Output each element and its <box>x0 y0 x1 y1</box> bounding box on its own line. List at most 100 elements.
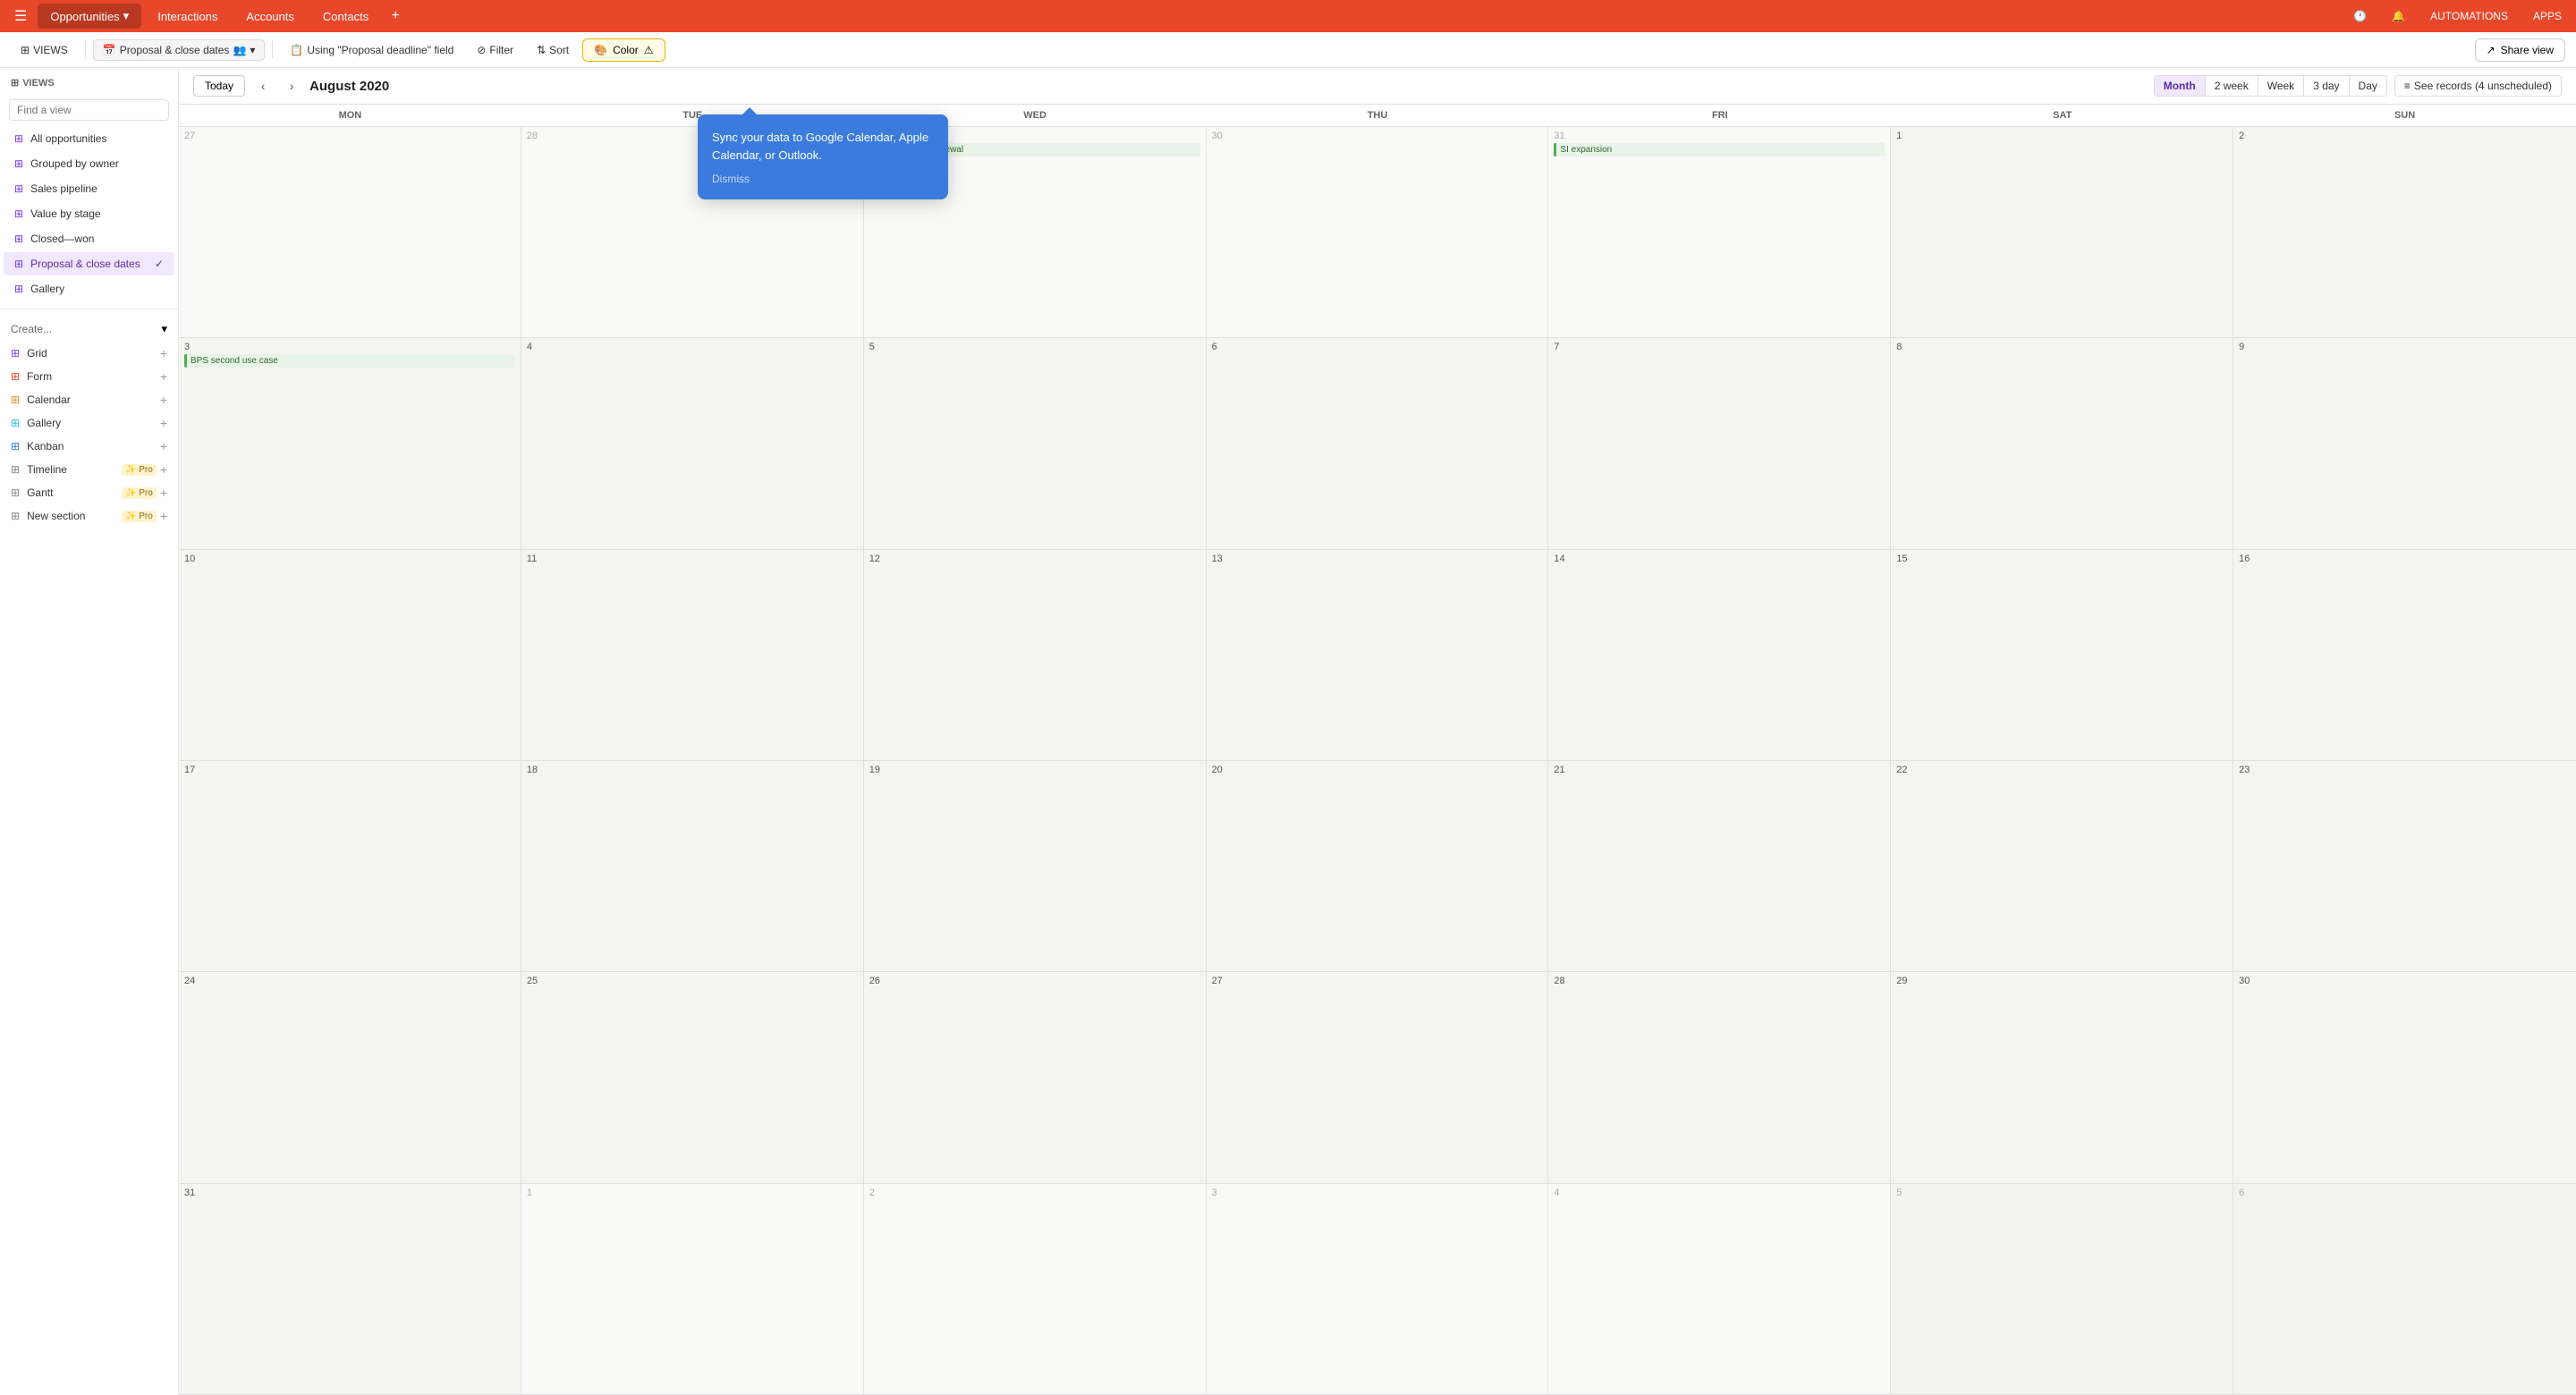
today-button[interactable]: Today <box>193 75 245 97</box>
history-icon[interactable]: 🕐 <box>2346 6 2374 26</box>
sidebar-item-value-by-stage[interactable]: ⊞ Value by stage <box>4 202 174 225</box>
day-view-button[interactable]: Day <box>2350 76 2386 96</box>
share-view-button[interactable]: ↗ Share view <box>2475 38 2565 62</box>
calendar-cell[interactable]: 6 <box>1207 338 1549 548</box>
search-input[interactable] <box>9 99 169 121</box>
calendar-cell[interactable]: 13 <box>1207 550 1549 760</box>
calendar-cell[interactable]: 10 <box>179 550 521 760</box>
prev-month-button[interactable]: ‹ <box>252 75 274 97</box>
create-section-header[interactable]: Create... ▾ <box>0 317 178 342</box>
create-item-kanban[interactable]: ⊞ Kanban + <box>0 435 178 458</box>
2week-view-button[interactable]: 2 week <box>2206 76 2258 96</box>
calendar-cell[interactable]: 5 <box>864 338 1207 548</box>
calendar-cell[interactable]: 14 <box>1548 550 1891 760</box>
create-item-timeline[interactable]: ⊞ Timeline ✨ Pro + <box>0 458 178 481</box>
calendar-event-bps[interactable]: BPS second use case <box>184 354 515 368</box>
create-item-gantt[interactable]: ⊞ Gantt ✨ Pro + <box>0 481 178 504</box>
create-item-new-section[interactable]: ⊞ New section ✨ Pro + <box>0 504 178 528</box>
nav-tab-interactions[interactable]: Interactions <box>145 4 230 29</box>
create-item-form[interactable]: ⊞ Form + <box>0 365 178 388</box>
calendar-cell[interactable]: 19 <box>864 761 1207 971</box>
view-name-button[interactable]: 📅 Proposal & close dates 👥 ▾ <box>93 39 266 61</box>
calendar-cell[interactable]: 24 <box>179 972 521 1182</box>
calendar-cell[interactable]: 1 <box>1891 127 2233 337</box>
create-new-section-label: New section <box>27 510 85 522</box>
sidebar-item-gallery[interactable]: ⊞ Gallery <box>4 277 174 300</box>
calendar-cell[interactable]: 16 <box>2233 550 2576 760</box>
sort-button[interactable]: ⇅ Sort <box>527 39 579 61</box>
create-item-grid[interactable]: ⊞ Grid + <box>0 342 178 365</box>
calendar-event-si-expansion[interactable]: SI expansion <box>1554 143 1885 156</box>
calendar-cell[interactable]: 15 <box>1891 550 2233 760</box>
calendar-cell[interactable]: 6 <box>2233 1184 2576 1394</box>
calendar-cell[interactable]: 28 <box>1548 972 1891 1182</box>
automations-button[interactable]: AUTOMATIONS <box>2423 6 2515 26</box>
calendar-cell[interactable]: 31 SI expansion <box>1548 127 1891 337</box>
calendar-cell[interactable]: 18 <box>521 761 864 971</box>
nav-tab-contacts[interactable]: Contacts <box>310 4 381 29</box>
sidebar-item-proposal-close-dates[interactable]: ⊞ Proposal & close dates ✓ <box>4 252 174 275</box>
filter-label: Filter <box>489 44 513 56</box>
apps-label: APPS <box>2533 10 2562 22</box>
color-button[interactable]: 🎨 Color ⚠ <box>582 38 665 62</box>
week-view-button[interactable]: Week <box>2258 76 2304 96</box>
create-label: Create... <box>11 323 52 335</box>
sidebar-item-closed-won[interactable]: ⊞ Closed—won <box>4 227 174 250</box>
cell-date: 15 <box>1896 554 2227 564</box>
calendar-cell[interactable]: 11 <box>521 550 864 760</box>
calendar-cell[interactable]: 2 <box>2233 127 2576 337</box>
records-button[interactable]: ≡ See records (4 unscheduled) <box>2394 75 2562 97</box>
nav-tab-opportunities[interactable]: Opportunities ▾ <box>38 4 141 29</box>
calendar-cell[interactable]: 3 <box>1207 1184 1549 1394</box>
calendar-cell[interactable]: 27 <box>179 127 521 337</box>
calendar-cell[interactable]: 31 <box>179 1184 521 1394</box>
dismiss-button[interactable]: Dismiss <box>712 173 934 185</box>
toolbar: ⊞ VIEWS 📅 Proposal & close dates 👥 ▾ 📋 U… <box>0 32 2576 68</box>
create-item-calendar[interactable]: ⊞ Calendar + <box>0 388 178 411</box>
calendar-cell[interactable]: 8 <box>1891 338 2233 548</box>
cell-date: 2 <box>869 1188 1200 1198</box>
calendar-cell[interactable]: 7 <box>1548 338 1891 548</box>
calendar-cell[interactable]: 4 <box>521 338 864 548</box>
calendar-cell[interactable]: 9 <box>2233 338 2576 548</box>
calendar-cell[interactable]: 30 <box>2233 972 2576 1182</box>
calendar-cell[interactable]: 21 <box>1548 761 1891 971</box>
calendar-cell[interactable]: 12 <box>864 550 1207 760</box>
create-timeline-icon: ⊞ <box>11 463 20 476</box>
sidebar-item-sales-pipeline[interactable]: ⊞ Sales pipeline <box>4 177 174 200</box>
create-gantt-plus-icon: + <box>160 486 167 500</box>
month-view-button[interactable]: Month <box>2155 76 2206 96</box>
apps-button[interactable]: APPS <box>2526 6 2569 26</box>
sidebar-item-all-opportunities[interactable]: ⊞ All opportunities <box>4 127 174 150</box>
calendar-cell[interactable]: 1 <box>521 1184 864 1394</box>
create-form-icon: ⊞ <box>11 370 20 383</box>
sidebar-item-grouped-by-owner[interactable]: ⊞ Grouped by owner <box>4 152 174 175</box>
field-button[interactable]: 📋 Using "Proposal deadline" field <box>280 39 463 61</box>
3day-view-button[interactable]: 3 day <box>2304 76 2349 96</box>
next-month-button[interactable]: › <box>281 75 302 97</box>
calendar-cell[interactable]: 27 <box>1207 972 1549 1182</box>
calendar-cell[interactable]: 2 <box>864 1184 1207 1394</box>
people-icon: 👥 <box>233 44 246 56</box>
calendar-cell[interactable]: 17 <box>179 761 521 971</box>
calendar-cell[interactable]: 4 <box>1548 1184 1891 1394</box>
add-tab-button[interactable]: + <box>385 5 406 27</box>
calendar-cell[interactable]: 3 BPS second use case <box>179 338 521 548</box>
create-timeline-label: Timeline <box>27 463 67 476</box>
filter-button[interactable]: ⊘ Filter <box>467 39 523 61</box>
day-name-thu: Thu <box>1207 105 1549 126</box>
calendar-cell[interactable]: 25 <box>521 972 864 1182</box>
calendar-cell[interactable]: 22 <box>1891 761 2233 971</box>
records-list-icon: ≡ <box>2404 80 2411 92</box>
calendar-cell[interactable]: 23 <box>2233 761 2576 971</box>
create-item-gallery[interactable]: ⊞ Gallery + <box>0 411 178 435</box>
nav-tab-accounts[interactable]: Accounts <box>233 4 306 29</box>
notifications-icon[interactable]: 🔔 <box>2385 6 2412 26</box>
views-button[interactable]: ⊞ VIEWS <box>11 39 78 61</box>
calendar-cell[interactable]: 26 <box>864 972 1207 1182</box>
calendar-cell[interactable]: 29 <box>1891 972 2233 1182</box>
calendar-cell[interactable]: 30 <box>1207 127 1549 337</box>
calendar-cell[interactable]: 20 <box>1207 761 1549 971</box>
calendar-cell[interactable]: 5 <box>1891 1184 2233 1394</box>
hamburger-icon[interactable]: ☰ <box>7 4 34 29</box>
